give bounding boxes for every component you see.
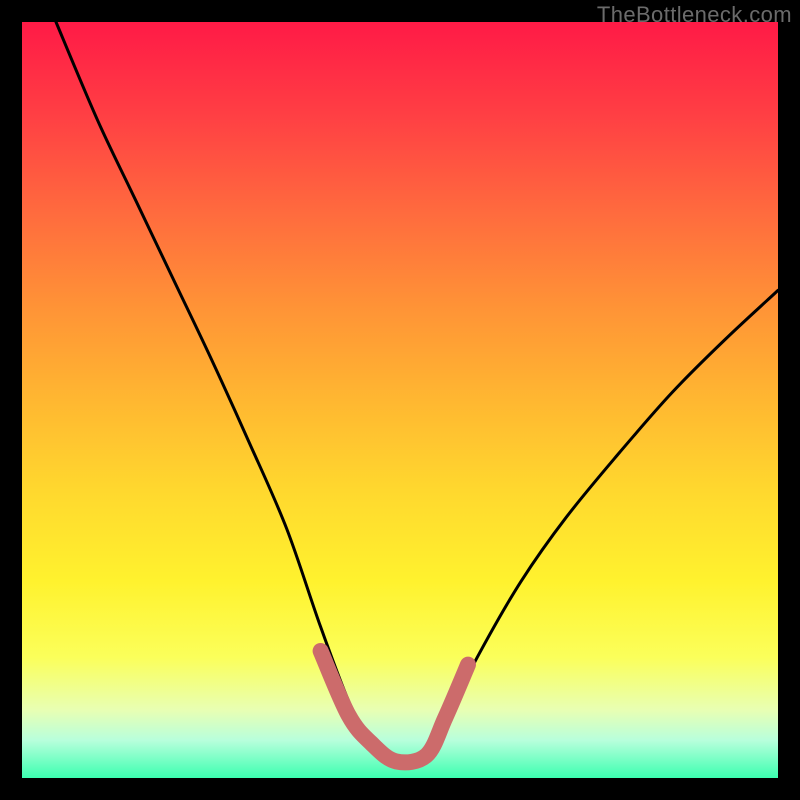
watermark-text: TheBottleneck.com bbox=[597, 2, 792, 28]
right-curve bbox=[430, 290, 778, 747]
valley-highlight bbox=[321, 651, 468, 762]
chart-svg bbox=[22, 22, 778, 778]
chart-area bbox=[22, 22, 778, 778]
left-curve bbox=[56, 22, 374, 744]
